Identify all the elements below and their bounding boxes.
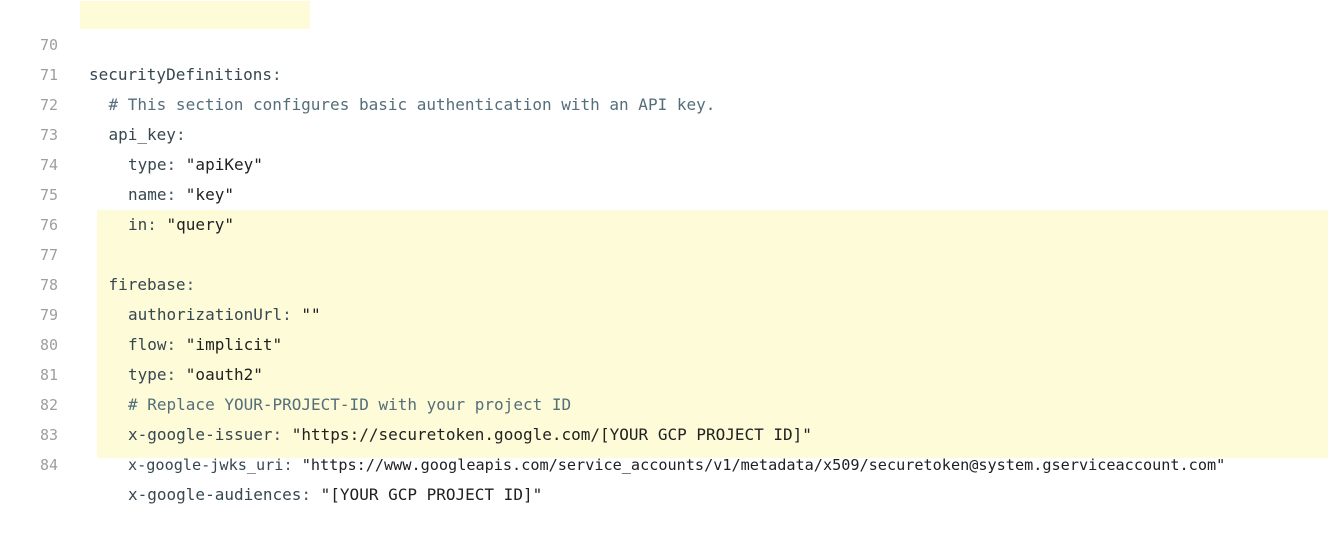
yaml-value: "[YOUR GCP PROJECT ID]" (320, 485, 543, 504)
code-line: 83 x-google-jwks_uri: "https://www.googl… (0, 390, 1225, 474)
yaml-separator: : (166, 155, 186, 174)
yaml-value: "implicit" (185, 335, 283, 354)
code-line: 80 type: "oauth2" (0, 300, 263, 384)
yaml-value: "apiKey" (185, 155, 263, 174)
yaml-separator: : (166, 185, 186, 204)
yaml-separator: : (272, 65, 282, 84)
code-line: 74 name: "key" (0, 120, 234, 204)
yaml-value: "key" (185, 185, 234, 204)
code-line: 79 flow: "implicit" (0, 270, 282, 354)
code-line: 77 firebase: (0, 210, 195, 294)
yaml-key: x-google-issuer (128, 425, 273, 444)
code-line: 82 x-google-issuer: "https://securetoken… (0, 360, 812, 444)
yaml-separator: : (272, 425, 292, 444)
yaml-separator: : (301, 485, 321, 504)
yaml-value: "query" (166, 215, 234, 234)
yaml-value: "" (301, 305, 321, 324)
yaml-key: name (128, 185, 167, 204)
yaml-key: securityDefinitions (89, 65, 273, 84)
yaml-comment: # This section configures basic authenti… (108, 95, 716, 114)
code-line: 70 securityDefinitions: (0, 0, 282, 84)
yaml-separator: : (185, 275, 196, 294)
yaml-key: authorizationUrl (128, 305, 283, 324)
code-line: 78 authorizationUrl: "" (0, 240, 321, 324)
yaml-key: api_key (108, 125, 176, 144)
code-line: 81 # Replace YOUR-PROJECT-ID with your p… (0, 330, 571, 414)
yaml-separator: : (166, 365, 186, 384)
yaml-separator: : (166, 335, 186, 354)
yaml-value: "oauth2" (185, 365, 263, 384)
yaml-key: flow (128, 335, 167, 354)
code-line: 76 (0, 180, 58, 234)
code-line: 84 x-google-audiences: "[YOUR GCP PROJEC… (0, 420, 542, 504)
yaml-key: firebase (108, 275, 186, 294)
code-line: 75 in: "query" (0, 150, 234, 234)
code-line: 72 api_key: (0, 60, 186, 144)
yaml-separator: : (147, 215, 167, 234)
yaml-comment: # Replace YOUR-PROJECT-ID with your proj… (128, 395, 572, 414)
code-line: 71 # This section configures basic authe… (0, 30, 715, 114)
yaml-key: type (128, 155, 167, 174)
yaml-key: in (128, 215, 148, 234)
line-number: 84 (39, 456, 58, 474)
yaml-separator: : (282, 305, 302, 324)
yaml-value: "https://securetoken.google.com/[YOUR GC… (291, 425, 812, 444)
yaml-separator: : (175, 125, 186, 144)
yaml-key: x-google-audiences (128, 485, 302, 504)
yaml-key: type (128, 365, 167, 384)
highlight-line-70 (80, 1, 310, 29)
code-viewer: 70 securityDefinitions: 71 # This sectio… (0, 0, 1331, 504)
code-line: 73 type: "apiKey" (0, 90, 263, 174)
